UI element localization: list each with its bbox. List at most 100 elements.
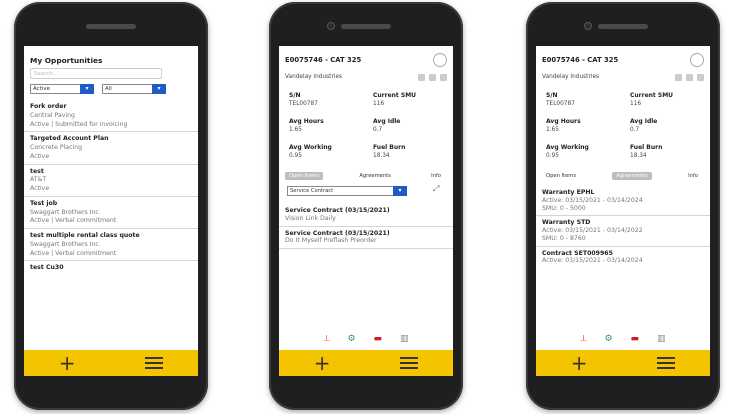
- map-icon[interactable]: [675, 74, 682, 81]
- opportunity-name: Test job: [30, 199, 58, 207]
- document-icon[interactable]: [686, 74, 693, 81]
- settings-icon[interactable]: [690, 53, 704, 67]
- plus-icon[interactable]: +: [314, 353, 331, 373]
- chevron-down-icon[interactable]: ▾: [152, 84, 166, 94]
- list-item[interactable]: test Cu30: [24, 261, 198, 275]
- company-name: Vandelay Industries: [285, 74, 343, 80]
- record-subtitle: Do It Myself Preflash Preorder: [285, 237, 377, 245]
- agreement-title: Warranty EPHL: [542, 189, 595, 196]
- equipment-screen-open-items: E0075746 - CAT 325 Vandelay Industries S…: [279, 46, 453, 376]
- chevron-down-icon[interactable]: ▾: [393, 186, 407, 196]
- settings-icon[interactable]: [433, 53, 447, 67]
- expand-icon[interactable]: ⤢: [433, 184, 439, 194]
- opportunity-name: test Cu30: [30, 264, 64, 272]
- agreement-dates: Active: 03/15/2021 - 03/14/2022: [542, 227, 643, 234]
- field-avg-working: Avg Working 0.95: [289, 144, 332, 159]
- opportunity-name: Fork order: [30, 103, 67, 110]
- chart-icon[interactable]: ▥: [400, 334, 409, 344]
- agreement-smu: SMU: 0 - 5000: [542, 204, 586, 212]
- bottom-bar: +: [279, 350, 453, 376]
- opportunity-status: Active | Verbal commitment: [30, 217, 117, 225]
- record-subtitle: Vision Link Daily: [285, 214, 336, 222]
- alert-icon[interactable]: ▬: [374, 334, 383, 344]
- document-icon[interactable]: [429, 74, 436, 81]
- toolbar: [418, 74, 447, 81]
- list-item[interactable]: test AT&T Active: [24, 165, 198, 197]
- hamburger-icon[interactable]: [400, 357, 419, 369]
- status-filter-select[interactable]: Active ▾: [30, 84, 94, 94]
- scope-filter-value: All: [105, 86, 112, 92]
- list-item[interactable]: test multiple rental class quote Swaggar…: [24, 229, 198, 262]
- hamburger-icon[interactable]: [657, 357, 676, 369]
- list-item[interactable]: Fork order Central Paving Active | Submi…: [24, 100, 198, 133]
- tab-open-items[interactable]: Open Items: [285, 172, 324, 180]
- earpiece: [598, 24, 648, 29]
- company-name: Vandelay Industries: [542, 74, 600, 80]
- field-current-smu: Current SMU 116: [630, 92, 674, 107]
- alert-icon[interactable]: ▬: [631, 334, 640, 344]
- hamburger-icon[interactable]: [145, 357, 164, 369]
- field-sn: S/N TEL00787: [289, 92, 318, 107]
- tab-agreements[interactable]: Agreements: [612, 172, 652, 180]
- record-title: Service Contract (03/15/2021): [285, 207, 390, 214]
- tab-info[interactable]: Info: [684, 172, 702, 180]
- action-row: ⟂ ⚙ ▬ ▥: [279, 334, 453, 344]
- list-icon[interactable]: [440, 74, 447, 81]
- map-icon[interactable]: [418, 74, 425, 81]
- opportunity-status: Active | Verbal commitment: [30, 249, 117, 257]
- field-sn: S/N TEL00787: [546, 92, 575, 107]
- field-fuel-burn: Fuel Burn 18.34: [373, 144, 406, 159]
- status-filter-value: Active: [33, 86, 51, 92]
- equipment-title: E0075746 - CAT 325: [285, 56, 362, 64]
- action-row: ⟂ ⚙ ▬ ▥: [536, 334, 710, 344]
- field-avg-idle: Avg Idle 0.7: [630, 118, 658, 133]
- plus-icon[interactable]: +: [571, 353, 588, 373]
- opportunity-company: AT&T: [30, 176, 47, 184]
- opportunity-company: Swaggart Brothers Inc.: [30, 240, 101, 248]
- earpiece: [86, 24, 136, 29]
- scope-filter-select[interactable]: All ▾: [102, 84, 166, 94]
- opportunity-status: Active | Submitted for invoicing: [30, 120, 128, 128]
- opportunity-name: test multiple rental class quote: [30, 232, 140, 239]
- opportunity-name: Targeted Account Plan: [30, 135, 109, 143]
- service-icon[interactable]: ⚙: [604, 334, 612, 344]
- tab-info[interactable]: Info: [427, 172, 445, 180]
- opportunity-status: Active: [30, 185, 50, 192]
- directions-icon[interactable]: ⟂: [580, 334, 586, 344]
- opportunity-company: Swaggart Brothers Inc.: [30, 208, 101, 216]
- camera: [327, 22, 335, 30]
- agreement-dates: Active: 03/15/2021 - 03/14/2024: [542, 196, 643, 204]
- opportunities-screen: My Opportunities Search... Active ▾ All …: [24, 46, 198, 376]
- record-title: Service Contract (03/15/2021): [285, 229, 390, 237]
- field-current-smu: Current SMU 116: [373, 92, 417, 107]
- directions-icon[interactable]: ⟂: [323, 334, 329, 344]
- list-icon[interactable]: [697, 74, 704, 81]
- record-list: Service Contract (03/15/2021) Vision Lin…: [279, 204, 453, 249]
- type-select-value: Service Contract: [290, 188, 334, 194]
- field-avg-hours: Avg Hours 1.65: [289, 118, 324, 133]
- tab-bar: Open Items Agreements Info: [542, 172, 702, 180]
- service-icon[interactable]: ⚙: [347, 334, 355, 344]
- list-item[interactable]: Contract SET009965 Active: 03/15/2021 - …: [536, 247, 710, 269]
- tab-bar: Open Items Agreements Info: [285, 172, 445, 180]
- opportunity-company: Central Paving: [30, 111, 75, 119]
- chevron-down-icon[interactable]: ▾: [80, 84, 94, 94]
- field-avg-working: Avg Working 0.95: [546, 144, 589, 159]
- search-input[interactable]: Search...: [30, 68, 162, 79]
- agreement-smu: SMU: 0 - 8760: [542, 234, 586, 242]
- field-avg-hours: Avg Hours 1.65: [546, 118, 581, 133]
- opportunity-company: Concrete Placing: [30, 144, 83, 151]
- list-item[interactable]: Warranty STD Active: 03/15/2021 - 03/14/…: [536, 216, 710, 247]
- type-select[interactable]: Service Contract ▾: [287, 186, 407, 196]
- list-item[interactable]: Targeted Account Plan Concrete Placing A…: [24, 132, 198, 165]
- list-item[interactable]: Service Contract (03/15/2021) Vision Lin…: [279, 204, 453, 227]
- list-item[interactable]: Warranty EPHL Active: 03/15/2021 - 03/14…: [536, 186, 710, 217]
- plus-icon[interactable]: +: [59, 353, 76, 373]
- field-avg-idle: Avg Idle 0.7: [373, 118, 401, 133]
- agreement-dates: Active: 03/15/2021 - 03/14/2024: [542, 257, 643, 265]
- chart-icon[interactable]: ▥: [657, 334, 666, 344]
- list-item[interactable]: Service Contract (03/15/2021) Do It Myse…: [279, 227, 453, 249]
- tab-open-items[interactable]: Open Items: [542, 172, 580, 180]
- tab-agreements[interactable]: Agreements: [355, 172, 395, 180]
- list-item[interactable]: Test job Swaggart Brothers Inc. Active |…: [24, 197, 198, 229]
